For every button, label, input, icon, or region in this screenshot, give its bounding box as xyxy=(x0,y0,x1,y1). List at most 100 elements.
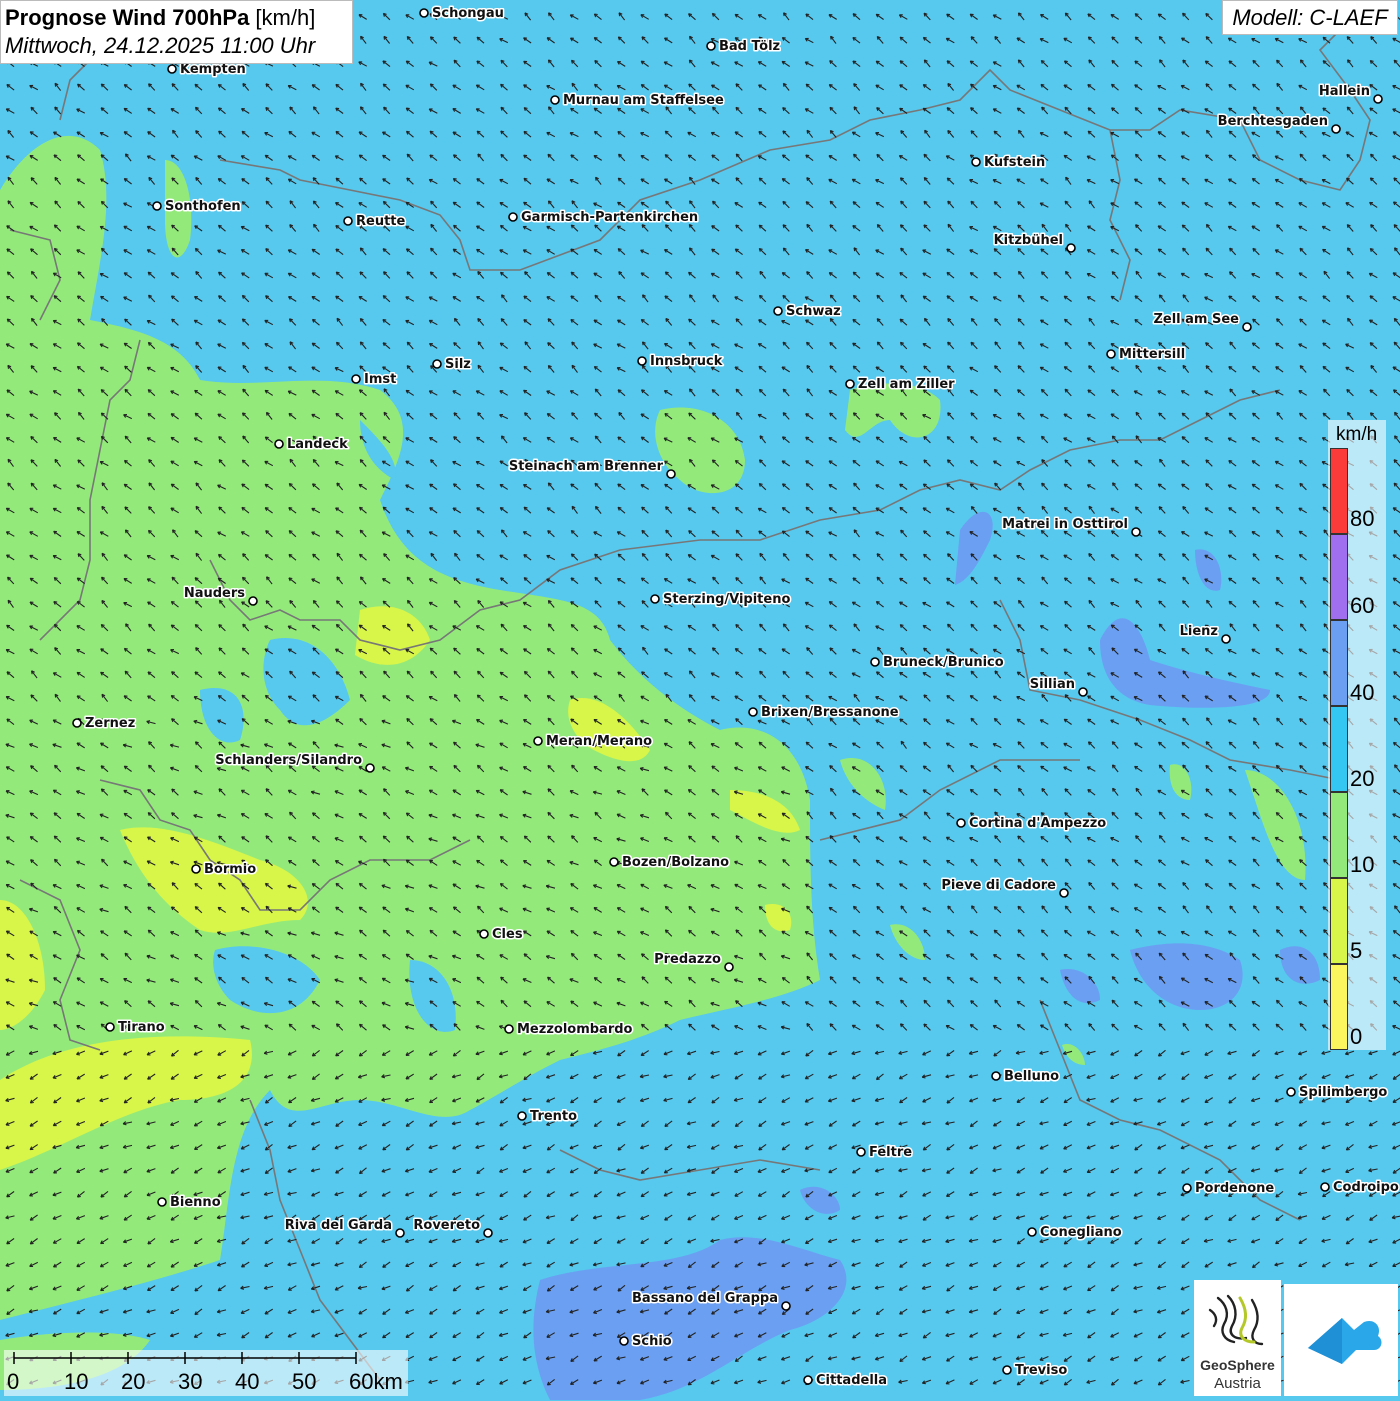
wind-arrow-head xyxy=(1158,202,1161,203)
wind-arrow-head xyxy=(1158,531,1161,532)
wind-arrow-head xyxy=(571,578,574,579)
wind-arrow-head xyxy=(1229,296,1232,297)
wind-arrow-head xyxy=(336,413,339,414)
wind-arrow-head xyxy=(548,343,551,344)
wind-arrow-head xyxy=(853,460,856,461)
wind-arrow-head xyxy=(900,319,903,320)
wind-arrow-head xyxy=(1253,155,1256,156)
wind-arrow-head xyxy=(923,484,926,485)
wind-arrow-head xyxy=(1229,155,1232,156)
wind-arrow-head xyxy=(1088,578,1091,579)
wind-arrow-head xyxy=(1299,555,1302,556)
wind-arrow-head xyxy=(547,649,550,650)
wind-arrow-head xyxy=(77,578,80,579)
wind-arrow-head xyxy=(242,131,245,132)
wind-arrow-head xyxy=(618,249,621,250)
wind-arrow-head xyxy=(783,108,786,109)
wind-arrow-head xyxy=(1323,366,1326,367)
wind-arrow-head xyxy=(829,625,832,626)
wind-arrow-head xyxy=(477,555,480,556)
wind-arrow-head xyxy=(1229,601,1232,602)
wind-arrow-head xyxy=(782,508,785,509)
wind-arrow-head xyxy=(806,531,809,532)
wind-arrow-head xyxy=(876,602,879,603)
wind-arrow-head xyxy=(783,437,786,438)
wind-arrow-head xyxy=(806,484,809,485)
wind-arrow-head xyxy=(571,249,574,250)
wind-arrow-head xyxy=(195,531,198,532)
wind-arrow-head xyxy=(171,625,174,626)
wind-arrow-head xyxy=(806,14,809,15)
wind-map[interactable]: SchongauBad TölzKemptenMurnau am Staffel… xyxy=(0,0,1400,1400)
wind-arrow-head xyxy=(218,179,221,180)
wind-arrow-head xyxy=(524,178,527,179)
wind-arrow-head xyxy=(477,649,480,650)
wind-arrow-head xyxy=(665,131,668,132)
wind-arrow-head xyxy=(1370,390,1373,391)
wind-arrow-head xyxy=(1135,249,1138,250)
wind-arrow-head xyxy=(1323,507,1326,508)
wind-arrow-head xyxy=(1229,61,1232,62)
wind-arrow-head xyxy=(759,225,762,226)
wind-arrow-head xyxy=(1206,484,1209,485)
wind-arrow-head xyxy=(336,84,339,85)
wind-arrow-head xyxy=(219,225,222,226)
wind-arrow-head xyxy=(947,437,950,438)
wind-arrow-head xyxy=(454,648,457,649)
wind-arrow-head xyxy=(501,84,504,85)
wind-arrow-head xyxy=(54,602,57,603)
wind-arrow-head xyxy=(547,414,550,415)
wind-arrow-head xyxy=(453,179,456,180)
wind-arrow-head xyxy=(454,155,457,156)
wind-arrow-head xyxy=(78,155,81,156)
wind-arrow-head xyxy=(782,273,785,274)
wind-arrow-head xyxy=(1018,578,1021,579)
wind-arrow-head xyxy=(618,554,621,555)
wind-arrow-head xyxy=(1088,390,1091,391)
wind-arrow-head xyxy=(383,437,386,438)
wind-arrow-head xyxy=(383,249,386,250)
wind-arrow-head xyxy=(383,507,386,508)
wind-arrow-head xyxy=(1229,367,1232,368)
wind-arrow-head xyxy=(759,531,762,532)
wind-arrow-head xyxy=(1253,366,1256,367)
wind-arrow-head xyxy=(477,131,480,132)
wind-arrow-head xyxy=(594,367,597,368)
wind-arrow-head xyxy=(618,437,621,438)
wind-arrow-head xyxy=(618,132,621,133)
wind-arrow-head xyxy=(148,272,151,273)
wind-arrow-head xyxy=(595,84,598,85)
wind-arrow-head xyxy=(1276,272,1279,273)
wind-arrow-head xyxy=(853,578,856,579)
wind-arrow-head xyxy=(148,413,151,414)
wind-arrow-head xyxy=(454,578,457,579)
wind-arrow-head xyxy=(571,484,574,485)
wind-arrow-head xyxy=(759,37,762,38)
wind-arrow-head xyxy=(1229,131,1232,132)
wind-arrow-head xyxy=(7,85,10,86)
wind-arrow-head xyxy=(454,225,457,226)
wind-arrow-head xyxy=(289,531,292,532)
wind-arrow-head xyxy=(265,437,268,438)
wind-arrow-head xyxy=(383,648,386,649)
wind-arrow-head xyxy=(454,343,457,344)
wind-arrow-head xyxy=(1206,343,1209,344)
wind-arrow-head xyxy=(1252,343,1255,344)
wind-arrow-head xyxy=(970,155,973,156)
wind-arrow-head xyxy=(1393,625,1396,626)
wind-arrow-head xyxy=(501,578,504,579)
wind-arrow-head xyxy=(970,484,973,485)
wind-arrow-head xyxy=(1300,178,1303,179)
wind-arrow-head xyxy=(900,625,903,626)
wind-arrow-head xyxy=(1088,85,1091,86)
wind-arrow-head xyxy=(172,319,175,320)
wind-arrow-head xyxy=(806,155,809,156)
wind-arrow-head xyxy=(970,273,973,274)
wind-arrow-head xyxy=(782,38,785,39)
wind-arrow-head xyxy=(524,296,527,297)
wind-arrow-head xyxy=(1112,390,1115,391)
wind-arrow-head xyxy=(665,414,668,415)
wind-arrow-head xyxy=(1018,202,1021,203)
wind-arrow-head xyxy=(571,296,574,297)
wind-arrow-head xyxy=(994,249,997,250)
